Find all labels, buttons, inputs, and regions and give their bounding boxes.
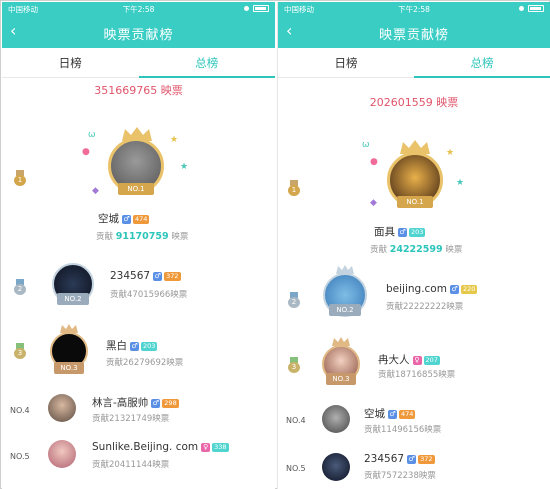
battery-icon xyxy=(244,5,269,12)
rank-number: NO.4 xyxy=(286,416,306,425)
status-bar: 中国移动 下午2:58 xyxy=(278,2,550,16)
tab-total[interactable]: 总榜 xyxy=(138,48,276,78)
rank-number: NO.5 xyxy=(286,464,306,473)
user-name[interactable]: 234567 ♂ 372 xyxy=(110,270,181,282)
tab-bar: 日榜 总榜 xyxy=(278,48,550,78)
gold-medal-icon: 1 xyxy=(14,170,26,186)
star-icon: ★ xyxy=(456,178,465,188)
total-tickets: 202601559 映票 xyxy=(369,96,459,109)
user-name[interactable]: Sunlike.Beijing. com ♀ 338 xyxy=(92,441,229,453)
tab-total[interactable]: 总榜 xyxy=(414,48,550,78)
status-bar: 中国移动 下午2:58 xyxy=(2,2,275,16)
silver-medal-icon: 2 xyxy=(288,292,300,308)
battery-icon xyxy=(519,5,544,12)
contribution: 贡献 24222599 映票 xyxy=(370,244,463,255)
male-icon: ♂ xyxy=(122,214,131,224)
phone-screen-right: 中国移动 下午2:58 ‹ 映票贡献榜 日榜 总榜 202601559 映票 ω… xyxy=(277,2,550,489)
contribution: 贡献20411144映票 xyxy=(92,460,170,470)
nav-bar: ‹ 映票贡献榜 xyxy=(278,16,550,48)
level-badge: 474 xyxy=(399,409,416,419)
level-badge: 207 xyxy=(423,355,440,365)
contribution: 贡献47015966映票 xyxy=(110,290,188,300)
male-icon: ♂ xyxy=(388,409,397,419)
user-name[interactable]: 黑白 ♂ 203 xyxy=(106,338,158,353)
confetti-icon: ◆ xyxy=(370,198,377,208)
contribution: 贡献26279692映票 xyxy=(106,358,184,368)
contribution: 贡献18716855映票 xyxy=(378,370,456,380)
avatar[interactable] xyxy=(48,440,76,468)
rank-badge: NO.2 xyxy=(57,293,89,305)
male-icon: ♂ xyxy=(153,271,163,281)
user-name[interactable]: beijing.com ♂ 220 xyxy=(386,283,478,295)
user-name[interactable]: 林言-高服帅 ♂ 298 xyxy=(92,395,179,410)
male-icon: ♂ xyxy=(449,284,459,294)
silver-medal-icon: 2 xyxy=(14,279,26,295)
level-badge: 298 xyxy=(162,398,179,408)
clock-label: 下午2:58 xyxy=(122,5,155,14)
level-badge: 203 xyxy=(141,341,158,351)
avatar[interactable] xyxy=(322,453,350,481)
avatar[interactable] xyxy=(322,405,350,433)
tab-daily[interactable]: 日榜 xyxy=(2,48,139,77)
user-name[interactable]: 空城 ♂ 474 xyxy=(364,406,416,421)
level-badge: 338 xyxy=(212,442,229,452)
tab-daily[interactable]: 日榜 xyxy=(278,48,414,77)
user-name[interactable]: 234567 ♂ 372 xyxy=(364,453,435,465)
contribution: 贡献11496156映票 xyxy=(364,425,442,435)
male-icon: ♂ xyxy=(398,227,407,237)
level-badge: 372 xyxy=(164,271,181,281)
user-name[interactable]: 面具 ♂ 203 xyxy=(374,224,426,239)
rank-badge: NO.3 xyxy=(54,362,84,374)
avatar[interactable] xyxy=(48,394,76,422)
tab-bar: 日榜 总榜 xyxy=(2,48,275,78)
confetti-icon: ● xyxy=(370,157,378,167)
confetti-icon: ω xyxy=(88,130,96,140)
rank-badge: NO.3 xyxy=(326,373,356,385)
bronze-medal-icon: 3 xyxy=(288,357,300,373)
rank-badge: NO.2 xyxy=(329,304,361,316)
contribution: 贡献22222222映票 xyxy=(386,302,464,312)
screenshot-frame: 中国移动 下午2:58 ‹ 映票贡献榜 日榜 总榜 351669765 映票 ω… xyxy=(0,0,550,489)
rank-badge: NO.1 xyxy=(118,183,154,195)
contribution: 贡献 91170759 映票 xyxy=(96,231,189,242)
clock-label: 下午2:58 xyxy=(398,5,430,14)
star-icon: ★ xyxy=(446,148,455,158)
confetti-icon: ω xyxy=(362,140,370,150)
male-icon: ♂ xyxy=(151,398,161,408)
page-title: 映票贡献榜 xyxy=(103,28,174,43)
level-badge: 474 xyxy=(133,214,150,224)
phone-screen-left: 中国移动 下午2:58 ‹ 映票贡献榜 日榜 总榜 351669765 映票 ω… xyxy=(2,2,275,489)
bronze-medal-icon: 3 xyxy=(14,343,26,359)
contribution: 贡献21321749映票 xyxy=(92,414,170,424)
user-name[interactable]: 空城 ♂ 474 xyxy=(98,211,150,226)
female-icon: ♀ xyxy=(412,355,422,365)
level-badge: 220 xyxy=(460,284,478,294)
gold-medal-icon: 1 xyxy=(288,180,300,196)
total-tickets: 351669765 映票 xyxy=(94,84,183,97)
rank-number: NO.5 xyxy=(10,452,30,461)
level-badge: 372 xyxy=(418,454,435,464)
star-icon: ★ xyxy=(170,135,179,145)
level-badge: 203 xyxy=(409,227,426,237)
rank-number: NO.4 xyxy=(10,406,30,415)
star-icon: ★ xyxy=(180,162,189,172)
female-icon: ♀ xyxy=(201,442,211,452)
rank-badge: NO.1 xyxy=(397,196,433,208)
male-icon: ♂ xyxy=(407,454,417,464)
male-icon: ♂ xyxy=(130,341,139,351)
page-title: 映票贡献榜 xyxy=(378,28,449,43)
confetti-icon: ◆ xyxy=(92,186,99,196)
confetti-icon: ● xyxy=(82,147,90,157)
nav-bar: ‹ 映票贡献榜 xyxy=(2,16,275,48)
contribution: 贡献7572238映票 xyxy=(364,471,436,481)
user-name[interactable]: 冉大人 ♀ 207 xyxy=(378,352,440,367)
